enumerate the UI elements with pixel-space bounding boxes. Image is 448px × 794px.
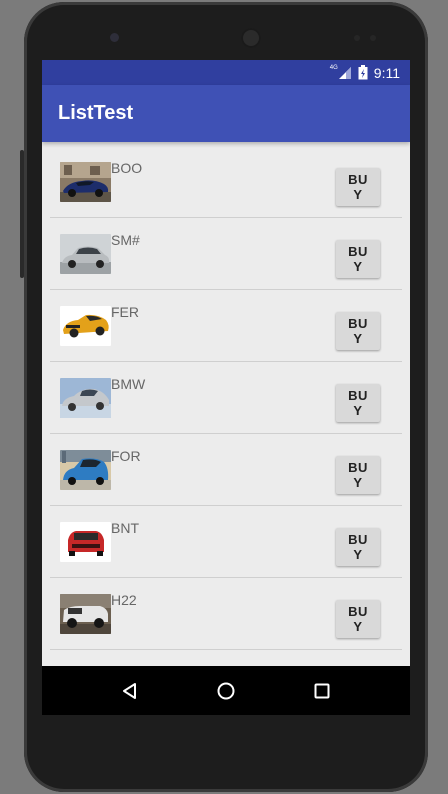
list-item[interactable]: BMW BUY xyxy=(50,362,402,434)
light-sensor xyxy=(370,35,376,41)
car-photo-white-truck xyxy=(60,593,111,634)
navigation-bar xyxy=(42,666,410,715)
car-photo-silver-coupe xyxy=(60,377,111,418)
car-photo-yellow-camaro xyxy=(60,305,111,346)
list-item[interactable]: H22 BUY xyxy=(50,578,402,650)
home-icon[interactable] xyxy=(211,676,241,706)
buy-button[interactable]: BUY xyxy=(336,600,380,638)
item-name: BMW xyxy=(111,376,146,392)
recents-icon[interactable] xyxy=(307,676,337,706)
list-item[interactable]: SM# BUY xyxy=(50,218,402,290)
car-list[interactable]: BOO BUY SM# BUY FER BUY BMW BUY FOR BUY … xyxy=(42,142,410,666)
item-name: SM# xyxy=(111,232,140,248)
car-photo-blue-hatchback xyxy=(60,449,111,490)
car-photo-blue-sports xyxy=(60,161,111,202)
buy-button[interactable]: BUY xyxy=(336,168,380,206)
item-name: FOR xyxy=(111,448,141,464)
item-name: FER xyxy=(111,304,139,320)
car-photo-silver-sedan xyxy=(60,233,111,274)
item-name: BNT xyxy=(111,520,139,536)
list-item[interactable]: FER BUY xyxy=(50,290,402,362)
status-time: 9:11 xyxy=(373,64,400,81)
list-item[interactable]: BOO BUY xyxy=(50,146,402,218)
earpiece-speaker xyxy=(241,28,261,48)
app-bar: ListTest xyxy=(42,85,410,142)
item-name: H22 xyxy=(111,592,137,608)
item-name: BOO xyxy=(111,160,143,176)
network-type: 4G xyxy=(329,64,338,71)
buy-button[interactable]: BUY xyxy=(336,528,380,566)
app-title: ListTest xyxy=(58,102,134,124)
volume-button xyxy=(20,150,24,278)
list-item[interactable]: FOR BUY xyxy=(50,434,402,506)
back-icon[interactable] xyxy=(115,676,145,706)
proximity-sensor xyxy=(354,35,360,41)
device-screen: 4G 9:11 ListTest BOO BUY SM# BUY FER BUY… xyxy=(42,60,410,715)
buy-button[interactable]: BUY xyxy=(336,312,380,350)
buy-button[interactable]: BUY xyxy=(336,456,380,494)
front-camera xyxy=(110,33,119,42)
battery-icon xyxy=(358,65,368,80)
status-bar: 4G 9:11 xyxy=(42,60,410,85)
list-item[interactable]: BNT BUY xyxy=(50,506,402,578)
signal-icon xyxy=(338,66,351,79)
buy-button[interactable]: BUY xyxy=(336,384,380,422)
buy-button[interactable]: BUY xyxy=(336,240,380,278)
car-photo-red-suv xyxy=(60,521,111,562)
